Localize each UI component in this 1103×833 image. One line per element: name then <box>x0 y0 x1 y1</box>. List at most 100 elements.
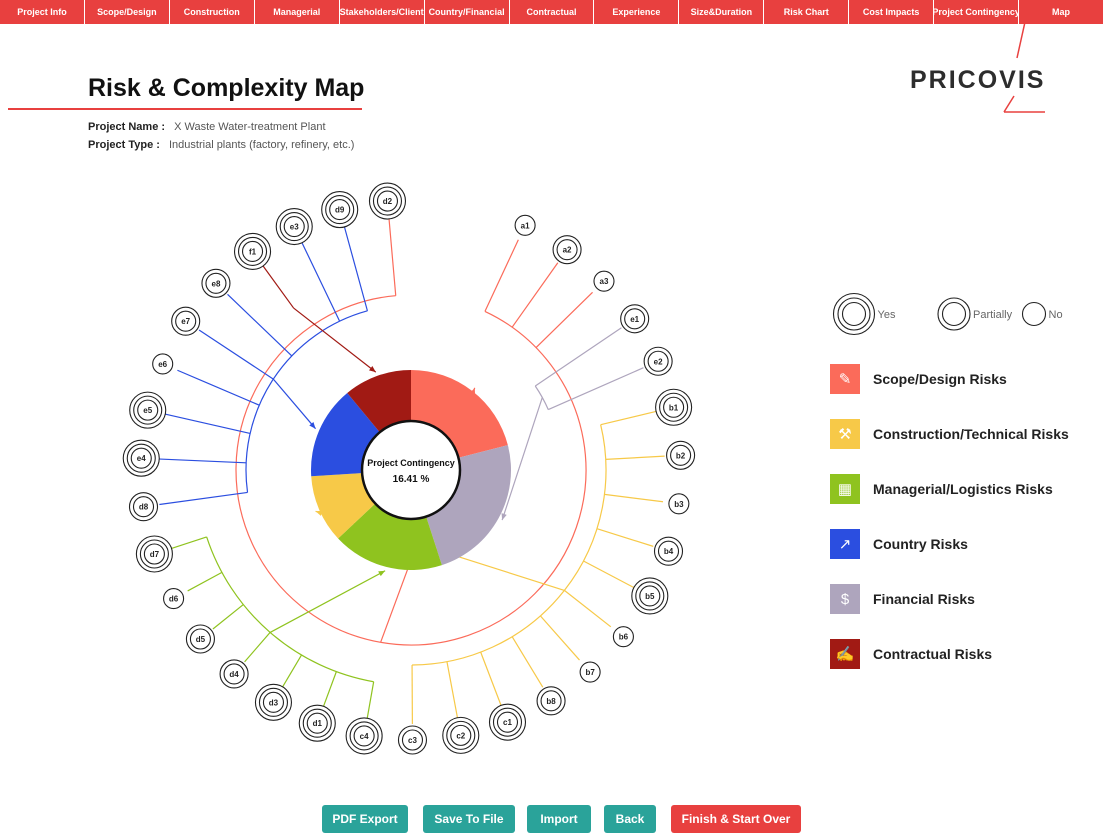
spoke-b1 <box>601 411 658 425</box>
risk-node-e2[interactable]: e2 <box>644 347 672 375</box>
legend-ring-label: No <box>1049 309 1063 321</box>
node-label: e5 <box>143 406 152 415</box>
risk-node-a2[interactable]: a2 <box>553 236 581 264</box>
pdf-export-button[interactable]: PDF Export <box>322 805 408 833</box>
legend-label: Construction/Technical Risks <box>873 426 1069 442</box>
import-button[interactable]: Import <box>527 805 591 833</box>
risk-node-c1[interactable]: c1 <box>489 704 525 740</box>
legend-ring-circle <box>943 303 966 326</box>
pencil-ruler-icon: ✎ <box>830 364 860 394</box>
node-label: f1 <box>249 247 257 256</box>
spoke-d9 <box>344 225 368 311</box>
risk-node-b7[interactable]: b7 <box>580 662 600 682</box>
legend-label: Managerial/Logistics Risks <box>873 481 1053 497</box>
spoke-b3 <box>604 494 663 501</box>
nav-tab-cost-impacts[interactable]: Cost Impacts <box>849 0 934 24</box>
save-to-file-button[interactable]: Save To File <box>423 805 515 833</box>
risk-node-b3[interactable]: b3 <box>669 494 689 514</box>
risk-node-a1[interactable]: a1 <box>515 215 535 235</box>
spoke-b6 <box>564 590 610 626</box>
risk-node-d1[interactable]: d1 <box>299 705 335 741</box>
ring-level-legend: Yes Partially No <box>830 292 1090 336</box>
node-label: c2 <box>456 731 465 740</box>
legend-label: Contractual Risks <box>873 646 992 662</box>
legend-label: Financial Risks <box>873 591 975 607</box>
spoke-b4 <box>597 529 653 547</box>
spoke-e2 <box>548 368 643 410</box>
spoke-b2 <box>606 456 665 459</box>
node-label: d8 <box>139 503 149 512</box>
legend-label: Country Risks <box>873 536 968 552</box>
risk-node-d4[interactable]: d4 <box>220 660 248 688</box>
legend-ring-circle <box>1023 303 1046 326</box>
node-label: d1 <box>313 719 323 728</box>
risk-node-c3[interactable]: c3 <box>398 726 426 754</box>
risk-node-e4[interactable]: e4 <box>123 440 159 476</box>
risk-node-c4[interactable]: c4 <box>346 718 382 754</box>
risk-node-c2[interactable]: c2 <box>443 717 479 753</box>
node-label: e1 <box>630 315 639 324</box>
node-label: e6 <box>158 360 167 369</box>
crane-icon: ⚒ <box>830 419 860 449</box>
risk-node-d6[interactable]: d6 <box>164 589 184 609</box>
spoke-b5 <box>583 561 635 589</box>
legend-ring-yes: Yes <box>834 294 896 335</box>
spoke-e5 <box>163 414 250 434</box>
risk-node-f1[interactable]: f1 <box>235 233 271 269</box>
spoke-c4 <box>367 682 374 720</box>
spoke-e6 <box>177 370 259 405</box>
risk-node-d2[interactable]: d2 <box>369 183 405 219</box>
spoke-d3 <box>282 655 302 689</box>
trend-chart-icon: ↗ <box>830 529 860 559</box>
legend-label: Scope/Design Risks <box>873 371 1007 387</box>
contract-document-icon: ✍ <box>830 639 860 669</box>
risk-node-d5[interactable]: d5 <box>186 625 214 653</box>
risk-node-b4[interactable]: b4 <box>655 537 683 565</box>
risk-node-e1[interactable]: e1 <box>621 305 649 333</box>
risk-node-e3[interactable]: e3 <box>276 209 312 245</box>
arrowhead-financial <box>502 513 507 520</box>
risk-node-e8[interactable]: e8 <box>202 269 230 297</box>
risk-node-d7[interactable]: d7 <box>136 536 172 572</box>
arrow-managerial <box>270 571 385 633</box>
risk-node-a3[interactable]: a3 <box>594 271 614 291</box>
node-label: a3 <box>600 277 609 286</box>
risk-node-b1[interactable]: b1 <box>656 389 692 425</box>
spoke-a2 <box>512 263 558 327</box>
spoke-a1 <box>485 240 518 312</box>
spoke-d2 <box>389 217 396 296</box>
legend-ring-circle <box>843 303 866 326</box>
risk-node-b5[interactable]: b5 <box>632 578 668 614</box>
node-label: b5 <box>645 592 655 601</box>
risk-node-d3[interactable]: d3 <box>255 684 291 720</box>
risk-node-b8[interactable]: b8 <box>537 687 565 715</box>
risk-node-e6[interactable]: e6 <box>153 354 173 374</box>
node-label: b6 <box>619 633 629 642</box>
spoke-d7 <box>170 537 207 549</box>
risk-node-b2[interactable]: b2 <box>667 441 695 469</box>
node-label: b2 <box>676 451 686 460</box>
spoke-f1 <box>262 264 294 308</box>
node-label: e7 <box>181 317 190 326</box>
finish-start-over-button[interactable]: Finish & Start Over <box>671 805 801 833</box>
risk-node-e5[interactable]: e5 <box>130 392 166 428</box>
contingency-donut: Project Contingency 16.41 % <box>311 370 511 570</box>
risk-node-b6[interactable]: b6 <box>613 627 633 647</box>
legend-item-country-risks: ↗ Country Risks <box>830 529 968 559</box>
legend-item-construction-technical-risks: ⚒ Construction/Technical Risks <box>830 419 1069 449</box>
center-label: Project Contingency <box>367 458 455 468</box>
spoke-e4 <box>157 459 246 463</box>
back-button[interactable]: Back <box>604 805 656 833</box>
node-label: d5 <box>196 635 206 644</box>
node-label: a2 <box>563 246 572 255</box>
legend-ring-label: Yes <box>878 309 896 321</box>
node-label: e8 <box>212 279 221 288</box>
risk-node-e7[interactable]: e7 <box>172 307 200 335</box>
node-label: b8 <box>546 697 556 706</box>
risk-node-d8[interactable]: d8 <box>130 493 158 521</box>
center-value: 16.41 % <box>393 474 430 485</box>
risk-node-d9[interactable]: d9 <box>322 192 358 228</box>
legend-ring-partially: Partially <box>938 298 1013 330</box>
node-label: a1 <box>521 221 530 230</box>
spoke-e7 <box>199 330 273 379</box>
